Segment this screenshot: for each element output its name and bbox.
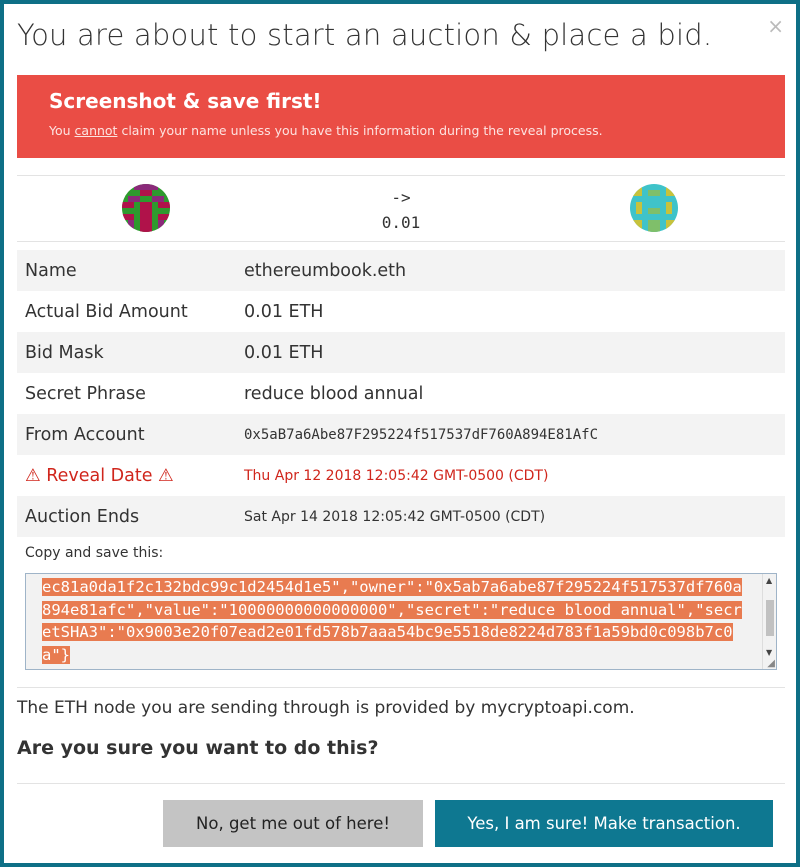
alert-body: You cannot claim your name unless you ha… <box>49 123 753 138</box>
detail-value: Thu Apr 12 2018 12:05:42 GMT-0500 (CDT) <box>244 467 549 484</box>
cancel-button[interactable]: No, get me out of here! <box>163 800 423 847</box>
detail-label: Name <box>25 260 77 281</box>
detail-value: Sat Apr 14 2018 12:05:42 GMT-0500 (CDT) <box>244 508 546 525</box>
transfer-amount: -> 0.01 <box>351 185 451 235</box>
transfer-summary: -> 0.01 <box>17 176 785 241</box>
detail-label: Secret Phrase <box>25 383 146 404</box>
to-identicon-icon <box>630 184 678 232</box>
detail-label: Auction Ends <box>25 506 140 527</box>
arrow-text: -> <box>391 188 411 207</box>
detail-row-reveal-date: ⚠ Reveal Date ⚠ Thu Apr 12 2018 12:05:42… <box>17 455 785 496</box>
detail-value: 0.01 ETH <box>244 301 324 322</box>
confirm-modal: You are about to start an auction & plac… <box>4 4 796 863</box>
detail-label: From Account <box>25 424 145 445</box>
resize-grip-icon[interactable]: ◢ <box>767 658 775 669</box>
confirm-transaction-button[interactable]: Yes, I am sure! Make transaction. <box>435 800 773 847</box>
detail-label: ⚠ Reveal Date ⚠ <box>25 465 174 486</box>
warning-alert: Screenshot & save first! You cannot clai… <box>17 75 785 158</box>
confirm-question: Are you sure you want to do this? <box>17 737 379 759</box>
detail-row-secret-phrase: Secret Phrase reduce blood annual <box>17 373 785 414</box>
scroll-thumb[interactable] <box>766 600 774 636</box>
detail-label: Bid Mask <box>25 342 104 363</box>
detail-value: reduce blood annual <box>244 383 424 404</box>
detail-value: 0.01 ETH <box>244 342 324 363</box>
scroll-down-icon[interactable]: ▼ <box>766 648 772 657</box>
scroll-up-icon[interactable]: ▲ <box>766 576 772 585</box>
detail-row-from-account: From Account 0x5aB7a6Abe87F295224f517537… <box>17 414 785 455</box>
close-icon[interactable]: × <box>767 16 784 36</box>
textarea-scrollbar[interactable]: ▲ ▼ <box>762 574 776 669</box>
detail-row-name: Name ethereumbook.eth <box>17 250 785 291</box>
detail-value: 0x5aB7a6Abe87F295224f517537dF760A894E81A… <box>244 426 599 443</box>
detail-value: ethereumbook.eth <box>244 260 407 281</box>
detail-row-auction-ends: Auction Ends Sat Apr 14 2018 12:05:42 GM… <box>17 496 785 537</box>
amount-text: 0.01 <box>381 213 421 232</box>
divider <box>17 241 785 242</box>
bid-json-textarea[interactable]: ec81a0da1f2c132bdc99c1d2454d1e5","owner"… <box>25 573 777 670</box>
alert-body-after: claim your name unless you have this inf… <box>117 123 603 138</box>
copy-label: Copy and save this: <box>25 545 164 561</box>
detail-label: Actual Bid Amount <box>25 301 188 322</box>
alert-body-emphasis: cannot <box>74 123 118 138</box>
alert-body-before: You <box>49 123 75 138</box>
alert-title: Screenshot & save first! <box>49 89 322 113</box>
modal-title: You are about to start an auction & plac… <box>17 18 713 52</box>
details-table: Name ethereumbook.eth Actual Bid Amount … <box>17 250 785 537</box>
detail-row-actual-bid: Actual Bid Amount 0.01 ETH <box>17 291 785 332</box>
node-info: The ETH node you are sending through is … <box>17 698 635 718</box>
bid-json-text[interactable]: ec81a0da1f2c132bdc99c1d2454d1e5","owner"… <box>42 576 742 666</box>
from-identicon-icon <box>122 184 170 232</box>
divider <box>17 687 785 688</box>
selected-json: ec81a0da1f2c132bdc99c1d2454d1e5","owner"… <box>42 578 742 664</box>
detail-row-bid-mask: Bid Mask 0.01 ETH <box>17 332 785 373</box>
divider <box>17 783 785 784</box>
